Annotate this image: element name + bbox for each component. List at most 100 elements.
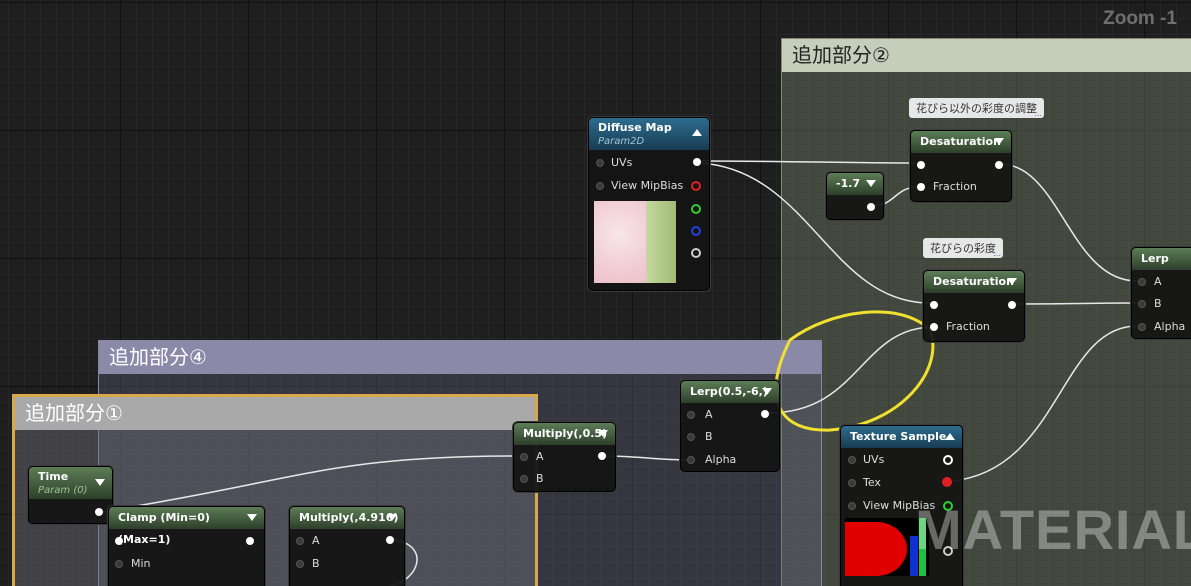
output-pin[interactable]	[1008, 301, 1016, 309]
output-pin[interactable]	[995, 161, 1003, 169]
node-header[interactable]: Lerp	[1132, 248, 1191, 270]
multiply-node-2[interactable]: Multiply(,4.916) A B	[289, 506, 405, 586]
pin-label: A	[536, 450, 544, 463]
input-pin-mipbias[interactable]	[848, 502, 856, 510]
output-pin-rgb[interactable]	[943, 455, 953, 465]
wire-desat2-to-lerp-b	[1014, 302, 1138, 305]
pin-label: Tex	[863, 476, 881, 489]
pin-label: B	[312, 557, 320, 570]
collapse-arrow-icon[interactable]	[994, 138, 1004, 145]
node-header[interactable]: Diffuse Map Param2D	[589, 118, 709, 150]
output-pin[interactable]	[867, 203, 875, 211]
output-pin-a[interactable]	[691, 248, 701, 258]
pin-label: UVs	[611, 156, 633, 169]
input-pin-b[interactable]	[520, 475, 528, 483]
collapse-arrow-icon[interactable]	[95, 479, 105, 486]
node-header[interactable]: -1.7	[827, 173, 883, 195]
input-pin-a[interactable]	[687, 411, 695, 419]
input-pin-fraction[interactable]	[917, 183, 925, 191]
pin-label: B	[705, 430, 713, 443]
pin-label: View MipBias	[611, 179, 684, 192]
input-pin-b[interactable]	[687, 433, 695, 441]
pin-label: Fraction	[946, 320, 990, 333]
input-pin-tex[interactable]	[848, 479, 856, 487]
output-pin[interactable]	[386, 536, 394, 544]
input-pin-a[interactable]	[520, 453, 528, 461]
node-header[interactable]: Desaturation	[924, 271, 1024, 293]
pin-label: A	[705, 408, 713, 421]
collapse-arrow-icon[interactable]	[866, 180, 876, 187]
input-pin-b[interactable]	[1138, 300, 1146, 308]
collapse-arrow-icon[interactable]	[945, 433, 955, 440]
node-subtitle: Param (0)	[38, 485, 88, 496]
node-title: Time	[38, 470, 69, 483]
input-pin-b[interactable]	[296, 560, 304, 568]
node-header[interactable]: Lerp(0.5,-6,)	[681, 381, 779, 403]
material-graph-canvas[interactable]: Zoom -1 追加部分② 追加部分④ 追加部分① Diffuse Map Pa…	[0, 0, 1191, 586]
constant-node[interactable]: -1.7	[826, 172, 884, 220]
clamp-node[interactable]: Clamp (Min=0) (Max=1) Min	[108, 506, 265, 586]
input-pin-rgb[interactable]	[930, 301, 938, 309]
node-header[interactable]: Texture Sample	[841, 426, 962, 448]
output-pin[interactable]	[598, 452, 606, 460]
more-icon[interactable]: ...	[1034, 109, 1042, 118]
wire-uvs-to-desat2	[699, 162, 931, 304]
node-title: Lerp(0.5,-6,)	[690, 385, 768, 398]
input-pin-min[interactable]	[115, 560, 123, 568]
pin-label: Alpha	[705, 453, 737, 466]
output-pin-g[interactable]	[691, 204, 701, 214]
bubble-text: 花びらの彩度	[930, 242, 996, 255]
input-pin-a[interactable]	[1138, 278, 1146, 286]
output-pin-r[interactable]	[942, 477, 952, 487]
desaturation-node-2[interactable]: Desaturation Fraction	[923, 270, 1025, 342]
wire-lerpmid-to-fraction	[767, 326, 935, 414]
lerp-node-right[interactable]: Lerp A B Alpha	[1131, 247, 1191, 339]
collapse-arrow-icon[interactable]	[1007, 278, 1017, 285]
node-title: -1.7	[836, 177, 861, 190]
collapse-arrow-icon[interactable]	[598, 430, 608, 437]
output-pin[interactable]	[761, 410, 769, 418]
wire-desat1-to-lerp-a	[999, 163, 1138, 282]
node-title: Clamp (Min=0) (Max=1)	[118, 511, 210, 546]
input-pin-uvs[interactable]	[596, 159, 604, 167]
node-title: Texture Sample	[850, 430, 947, 443]
input-pin-rgb[interactable]	[917, 161, 925, 169]
collapse-arrow-icon[interactable]	[247, 514, 257, 521]
output-pin-rgb[interactable]	[693, 158, 701, 166]
time-node[interactable]: Time Param (0)	[28, 466, 113, 524]
diffuse-map-node[interactable]: Diffuse Map Param2D UVs View MipBias	[588, 117, 710, 291]
pin-label: Alpha	[1154, 320, 1186, 333]
node-header[interactable]: Time Param (0)	[29, 467, 112, 499]
lerp-node-mid[interactable]: Lerp(0.5,-6,) A B Alpha	[680, 380, 780, 472]
pin-label: Fraction	[933, 180, 977, 193]
input-pin-fraction[interactable]	[930, 323, 938, 331]
node-header[interactable]: Multiply(,0.5)	[514, 423, 615, 445]
input-pin-uvs[interactable]	[848, 456, 856, 464]
node-header[interactable]: Desaturation	[911, 131, 1011, 153]
collapse-arrow-icon[interactable]	[762, 388, 772, 395]
wire-mult1-to-lerp-alpha	[602, 455, 691, 461]
node-header[interactable]: Multiply(,4.916)	[290, 507, 404, 529]
input-pin[interactable]	[115, 537, 123, 545]
output-pin-b[interactable]	[691, 226, 701, 236]
node-title: Lerp	[1141, 252, 1169, 265]
input-pin-a[interactable]	[296, 537, 304, 545]
node-header[interactable]: Clamp (Min=0) (Max=1)	[109, 507, 264, 546]
output-pin[interactable]	[246, 537, 254, 545]
input-pin-alpha[interactable]	[687, 456, 695, 464]
node-title: Diffuse Map	[598, 121, 672, 134]
collapse-arrow-icon[interactable]	[387, 514, 397, 521]
input-pin-alpha[interactable]	[1138, 323, 1146, 331]
node-title: Desaturation	[920, 135, 1001, 148]
more-icon[interactable]: ...	[993, 249, 1001, 258]
multiply-node-1[interactable]: Multiply(,0.5) A B	[513, 422, 616, 492]
input-pin-mipbias[interactable]	[596, 182, 604, 190]
output-pin[interactable]	[95, 508, 103, 516]
output-pin-r[interactable]	[691, 181, 701, 191]
desaturation-node-1[interactable]: Desaturation Fraction	[910, 130, 1012, 202]
collapse-arrow-icon[interactable]	[692, 129, 702, 136]
wire-clamp-to-mult1	[111, 455, 520, 511]
bubble-text: 花びら以外の彩度の調整	[916, 102, 1037, 115]
wire-tex-to-lerp-alpha	[951, 325, 1138, 482]
node-title: Multiply(,4.916)	[299, 511, 399, 524]
